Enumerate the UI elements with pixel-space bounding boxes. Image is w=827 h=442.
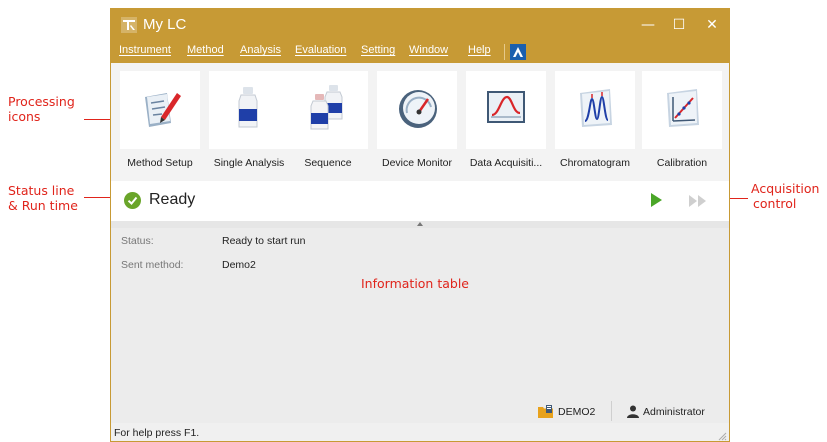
annotation-line: Status line <box>8 183 75 198</box>
menu-evaluation[interactable]: Evaluation <box>295 44 346 56</box>
collapse-arrow-icon[interactable] <box>417 222 423 226</box>
annotation-acquisition-control: Acquisition control <box>751 181 819 211</box>
menu-help[interactable]: Help <box>468 44 491 56</box>
information-table: Status: Ready to start run Sent method: … <box>111 228 729 430</box>
annotation-status-line: Status line & Run time <box>8 183 78 213</box>
app-window: My LC — ☐ ✕ Instrument Method Analysis E… <box>110 8 730 442</box>
panel-splitter[interactable] <box>111 221 729 228</box>
menu-setting[interactable]: Setting <box>361 44 395 56</box>
menu-instrument[interactable]: Instrument <box>119 44 171 56</box>
resize-grip-icon[interactable] <box>717 431 727 441</box>
annotation-processing-icons: Processing icons <box>8 94 75 124</box>
tool-tile <box>377 71 457 149</box>
data-acquisition-icon <box>487 91 525 123</box>
user-icon <box>627 405 639 418</box>
info-key: Sent method: <box>121 259 184 271</box>
start-run-button[interactable] <box>651 193 662 207</box>
annotation-line: Acquisition <box>751 181 820 196</box>
tool-label: Chromatogram <box>559 157 631 169</box>
calibration-icon <box>667 89 699 127</box>
tool-label: Single Analysis <box>213 157 285 169</box>
status-text: Ready <box>149 191 196 208</box>
annotation-line: icons <box>8 109 41 124</box>
annotation-information-table: Information table <box>361 276 469 291</box>
tool-chromatogram[interactable]: Chromatogram <box>555 71 635 175</box>
annotation-line: Processing <box>8 94 75 109</box>
help-text: For help press F1. <box>114 427 200 439</box>
processing-toolbar: Method Setup Single Analysis Sequence De… <box>111 63 729 181</box>
tool-label: Calibration <box>656 157 708 169</box>
menu-analysis[interactable]: Analysis <box>240 44 281 56</box>
title-bar: My LC — ☐ ✕ <box>111 9 729 41</box>
project-name[interactable]: DEMO2 <box>558 406 595 418</box>
tool-calibration[interactable]: Calibration <box>642 71 722 175</box>
tool-sequence[interactable]: Sequence <box>288 71 368 175</box>
tool-method-setup[interactable]: Method Setup <box>120 71 200 175</box>
tool-single-analysis[interactable]: Single Analysis <box>209 71 289 175</box>
info-row: Sent method: Demo2 <box>111 254 729 278</box>
tool-tile <box>642 71 722 149</box>
status-line: Ready <box>111 181 729 221</box>
bottom-separator <box>611 401 612 421</box>
chromatogram-icon <box>580 89 612 127</box>
ready-check-icon <box>124 192 141 209</box>
single-analysis-icon <box>238 87 258 128</box>
menu-separator <box>504 44 505 60</box>
info-row: Status: Ready to start run <box>111 230 729 254</box>
info-value: Ready to start run <box>222 235 306 247</box>
tool-label: Data Acquisiti... <box>469 157 543 169</box>
menu-window[interactable]: Window <box>409 44 448 56</box>
app-logo-icon <box>121 17 137 33</box>
annotation-line: & Run time <box>8 198 78 213</box>
minimize-button[interactable]: — <box>638 15 658 35</box>
tool-label: Sequence <box>304 157 352 169</box>
tool-tile <box>555 71 635 149</box>
checkmark-icon <box>127 196 138 205</box>
tool-data-acquisition[interactable]: Data Acquisiti... <box>466 71 546 175</box>
maximize-button[interactable]: ☐ <box>669 15 689 35</box>
help-status-bar: For help press F1. <box>111 423 729 441</box>
sequence-icon <box>310 85 343 130</box>
tool-tile <box>209 71 289 149</box>
method-setup-icon <box>145 93 181 127</box>
close-button[interactable]: ✕ <box>702 15 722 35</box>
project-user-bar: DEMO2 Administrator <box>111 401 729 423</box>
user-name[interactable]: Administrator <box>643 406 705 418</box>
brand-logo-icon[interactable] <box>510 44 526 60</box>
tool-tile <box>466 71 546 149</box>
annotation-arrow <box>84 119 110 120</box>
window-title: My LC <box>143 16 187 33</box>
tool-tile <box>288 71 368 149</box>
project-folder-icon <box>538 405 553 418</box>
fast-forward-button[interactable] <box>688 194 710 208</box>
device-monitor-icon <box>399 90 437 128</box>
info-value: Demo2 <box>222 259 256 271</box>
info-key: Status: <box>121 235 154 247</box>
annotation-line: control <box>753 196 797 211</box>
menu-method[interactable]: Method <box>187 44 224 56</box>
tool-label: Device Monitor <box>381 157 453 169</box>
menu-bar: Instrument Method Analysis Evaluation Se… <box>111 41 729 63</box>
tool-device-monitor[interactable]: Device Monitor <box>377 71 457 175</box>
tool-tile <box>120 71 200 149</box>
tool-label: Method Setup <box>127 157 193 169</box>
